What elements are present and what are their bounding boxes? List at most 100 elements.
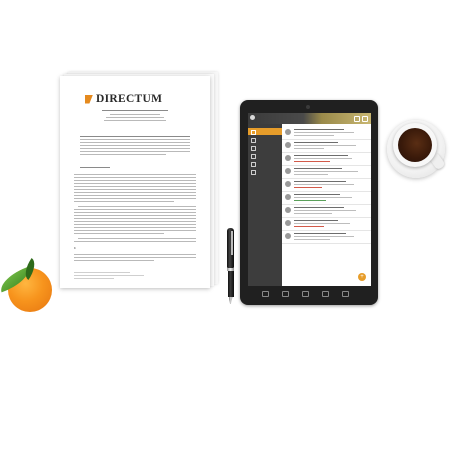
back-icon[interactable]: [262, 291, 269, 297]
desk-scene: DIRECTUM 1 +: [0, 0, 454, 454]
list-item-title: [294, 181, 346, 183]
screenshot-icon[interactable]: [322, 291, 329, 297]
avatar: [285, 129, 291, 135]
list-item-subtitle: [294, 223, 350, 224]
directum-logo-icon: [85, 94, 93, 104]
document-address-line: [106, 117, 164, 118]
body-text-line: [74, 177, 196, 178]
paper-document: DIRECTUM 1: [60, 76, 210, 288]
sidebar-item-1[interactable]: [248, 128, 282, 135]
body-text-line: [74, 174, 196, 175]
message-list: +: [282, 124, 371, 286]
body-text-line: [74, 183, 196, 184]
body-text-line: [74, 218, 196, 219]
sidebar-item-3[interactable]: [248, 144, 282, 151]
avatar[interactable]: [250, 115, 255, 120]
recent-apps-icon[interactable]: [302, 291, 309, 297]
list-item-meta: [294, 135, 334, 136]
list-item[interactable]: [282, 178, 371, 192]
avatar: [285, 142, 291, 148]
list-item-meta: [294, 213, 332, 214]
avatar: [285, 220, 291, 226]
body-text-line: [74, 260, 154, 261]
list-item-meta: [294, 174, 328, 175]
document-icon: [251, 138, 256, 143]
avatar: [285, 207, 291, 213]
sidebar-item-5[interactable]: [248, 160, 282, 167]
abstract-line: [80, 142, 190, 143]
body-text-line: [74, 180, 196, 181]
document-brand: DIRECTUM: [96, 93, 163, 105]
body-text-line: [78, 206, 196, 207]
document-authors-line: [102, 110, 168, 111]
list-item[interactable]: [282, 191, 371, 205]
sidebar-item-2[interactable]: [248, 136, 282, 143]
coffee: [398, 128, 432, 162]
gear-icon: [251, 170, 256, 175]
task-icon: [251, 146, 256, 151]
home-icon[interactable]: [282, 291, 289, 297]
list-item-subtitle: [294, 210, 356, 211]
body-text-line: [74, 201, 174, 202]
menu-icon[interactable]: [362, 116, 368, 122]
body-text-line: [74, 221, 196, 222]
list-item-subtitle: [294, 158, 352, 159]
list-item-subtitle: [294, 197, 352, 198]
list-item-status: [294, 187, 322, 189]
volume-icon[interactable]: [342, 291, 349, 297]
app-header: [248, 113, 371, 124]
body-text-line: [74, 195, 196, 196]
list-item-subtitle: [294, 171, 358, 172]
list-item-meta: [294, 239, 330, 240]
abstract-line: [80, 136, 190, 137]
list-item[interactable]: [282, 152, 371, 166]
list-item-title: [294, 142, 338, 144]
body-text-line: [74, 186, 196, 187]
sidebar-item-6[interactable]: [248, 168, 282, 175]
body-text-line: [74, 257, 196, 258]
avatar: [285, 168, 291, 174]
list-item-status: [294, 161, 330, 163]
avatar: [285, 194, 291, 200]
footnote-line: [74, 272, 130, 273]
inbox-icon: [251, 130, 256, 135]
pen-tip: [228, 297, 233, 304]
add-button[interactable]: +: [358, 273, 366, 281]
list-item[interactable]: [282, 204, 371, 218]
list-item-meta: [294, 148, 324, 149]
footnote-line: [74, 275, 144, 276]
list-item-title: [294, 168, 342, 170]
list-item-title: [294, 233, 346, 235]
body-text-line: [74, 227, 196, 228]
tablet-screen: +: [248, 113, 371, 286]
list-item-subtitle: [294, 145, 356, 146]
list-item-title: [294, 194, 340, 196]
avatar: [285, 181, 291, 187]
list-item-subtitle: [294, 132, 354, 133]
document-logo: DIRECTUM: [85, 93, 162, 105]
body-text-line: [74, 189, 196, 190]
section-heading-line: [80, 167, 110, 168]
body-text-line: [74, 192, 196, 193]
tablet: +: [240, 100, 378, 305]
avatar: [285, 233, 291, 239]
sidebar-item-4[interactable]: [248, 152, 282, 159]
list-item[interactable]: [282, 230, 371, 244]
list-item-subtitle: [294, 236, 354, 237]
search-icon[interactable]: [354, 116, 360, 122]
body-text-line: [74, 215, 196, 216]
folder-icon: [251, 154, 256, 159]
footnote-line: [74, 278, 114, 279]
list-item[interactable]: [282, 126, 371, 140]
list-item[interactable]: [282, 217, 371, 231]
document-email-line: [104, 120, 166, 121]
list-item-title: [294, 129, 344, 131]
body-text-line: [74, 241, 196, 242]
list-item[interactable]: [282, 165, 371, 179]
body-text-line: [74, 209, 196, 210]
body-text-line: [74, 233, 164, 234]
body-text-line: [74, 230, 196, 231]
list-item-title: [294, 220, 338, 222]
abstract-line: [80, 151, 190, 152]
list-item[interactable]: [282, 139, 371, 153]
